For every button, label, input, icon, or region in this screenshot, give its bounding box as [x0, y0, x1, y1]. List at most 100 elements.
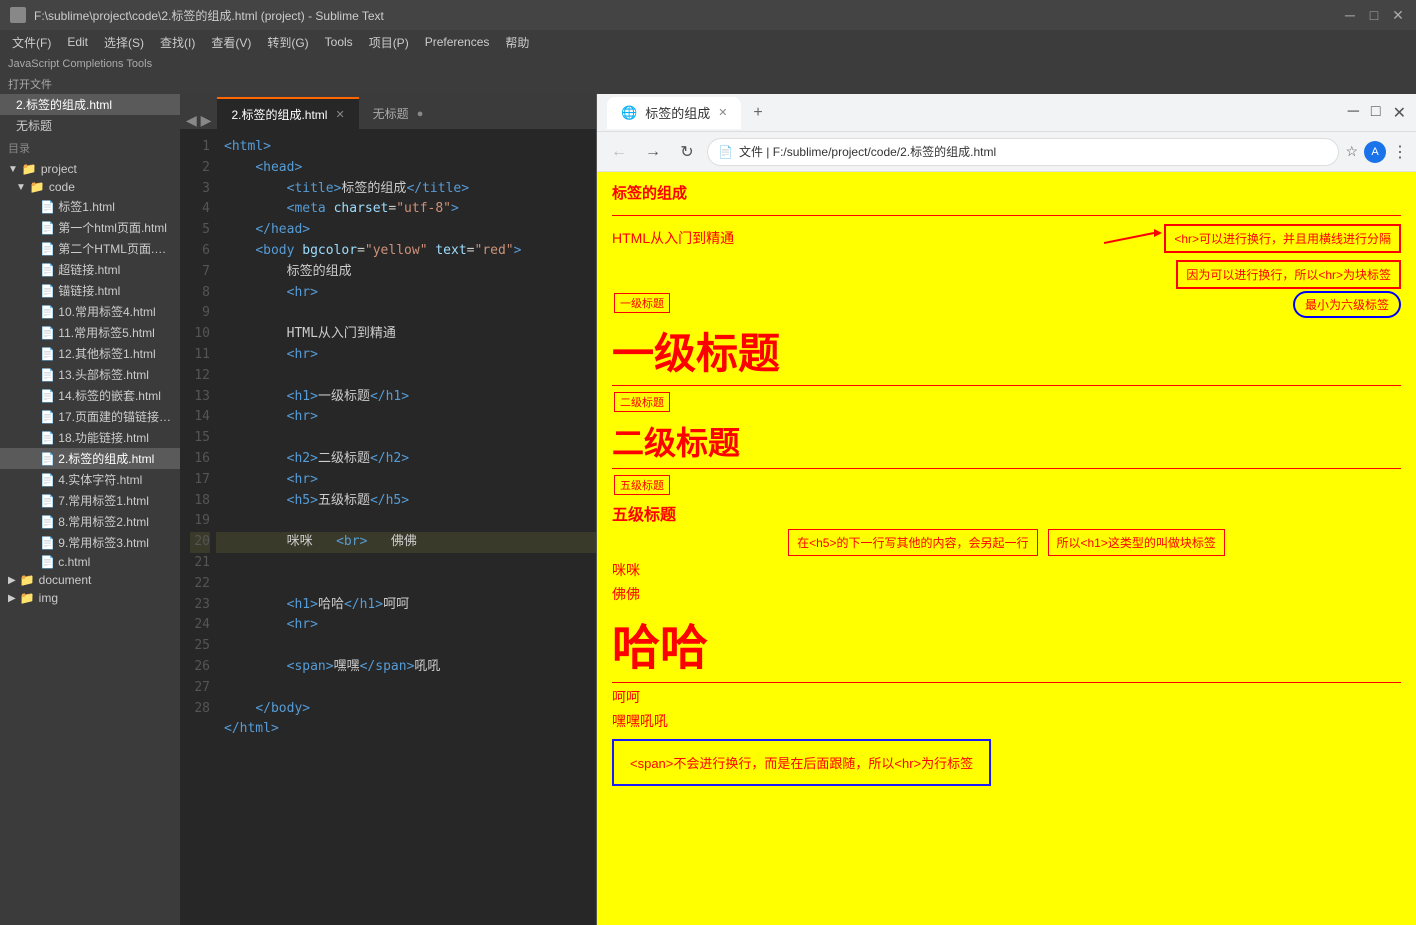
tab-0[interactable]: 2.标签的组成.html ✕ — [217, 97, 358, 129]
sidebar-file-11[interactable]: 📄 18.功能链接.html — [0, 427, 180, 448]
hr-4 — [612, 682, 1401, 683]
browser-content: 标签的组成 HTML从入门到精通 <hr>可以进行换行，并且用横线进行分隔 因为… — [597, 172, 1416, 925]
tab-1-label: 无标题 — [373, 105, 409, 122]
tab-bar: ◀ ▶ 2.标签的组成.html ✕ 无标题 ● — [180, 94, 596, 129]
browser-area: 🌐 标签的组成 ✕ + ─ □ ✕ ← → ↻ 📄 文件 | F:/sublim… — [596, 94, 1416, 925]
sidebar-file-15[interactable]: 📄 8.常用标签2.html — [0, 511, 180, 532]
h2-display-text: 二级标题 — [612, 425, 740, 461]
sidebar-file-13[interactable]: 📄 4.实体字符.html — [0, 469, 180, 490]
document-label: document — [39, 573, 92, 587]
page-title: 标签的组成 — [612, 182, 687, 203]
sidebar-code-folder[interactable]: ▼ 📁 code — [0, 178, 180, 196]
menu-project[interactable]: 项目(P) — [361, 32, 417, 53]
folder-img-icon: 📁 — [20, 591, 35, 605]
forward-button[interactable]: → — [639, 138, 667, 166]
browser-maximize-button[interactable]: □ — [1371, 103, 1381, 123]
tab-0-close[interactable]: ✕ — [335, 108, 344, 121]
main-area: 2.标签的组成.html 无标题 目录 ▼ 📁 project ▼ 📁 code… — [0, 94, 1416, 925]
sidebar-file-10[interactable]: 📄 17.页面建的锚链接.html — [0, 406, 180, 427]
menu-preferences[interactable]: Preferences — [417, 33, 498, 51]
arrow-svg-1 — [1104, 223, 1164, 253]
tab-1[interactable]: 无标题 ● — [359, 97, 438, 129]
sidebar-file-2[interactable]: 📄 第二个HTML页面.html — [0, 238, 180, 259]
browser-new-tab-button[interactable]: + — [749, 100, 766, 126]
title-bar: F:\sublime\project\code\2.标签的组成.html (pr… — [0, 0, 1416, 30]
browser-close-button[interactable]: ✕ — [1393, 103, 1406, 123]
menu-view[interactable]: 查看(V) — [203, 32, 259, 53]
profile-button[interactable]: A — [1364, 141, 1386, 163]
project-label: project — [41, 162, 77, 176]
sidebar-img-folder[interactable]: ▶ 📁 img — [0, 589, 180, 607]
arrow-right-img-icon: ▶ — [8, 593, 16, 604]
haha-display-text: 哈哈 — [612, 622, 708, 675]
window-controls[interactable]: ─ □ ✕ — [1342, 7, 1406, 23]
menu-bar: 文件(F) Edit 选择(S) 查找(I) 查看(V) 转到(G) Tools… — [0, 30, 1416, 54]
sidebar-file-1[interactable]: 📄 第一个html页面.html — [0, 217, 180, 238]
tab-1-close: ● — [417, 108, 424, 120]
browser-nav-bar: ← → ↻ 📄 文件 | F:/sublime/project/code/2.标… — [597, 132, 1416, 172]
inline-desc-1: 在<h5>的下一行写其他的内容，会另起一行 — [788, 529, 1037, 556]
browser-tab[interactable]: 🌐 标签的组成 ✕ — [607, 97, 741, 129]
app-icon — [10, 7, 26, 23]
address-text: 文件 | F:/sublime/project/code/2.标签的组成.htm… — [739, 143, 1328, 160]
annotation-block-desc: 因为可以进行换行，所以<hr>为块标签 — [1176, 260, 1401, 289]
label-h5-badge: 五级标题 — [614, 475, 670, 495]
code-body[interactable]: <html> <head> <title>标签的组成</title> <meta… — [216, 129, 596, 925]
mimi-text: 咪咪 — [612, 562, 640, 578]
sidebar-file-9[interactable]: 📄 14.标签的嵌套.html — [0, 385, 180, 406]
sidebar-project-folder[interactable]: ▼ 📁 project — [0, 160, 180, 178]
sidebar-file-5[interactable]: 📄 10.常用标签4.html — [0, 301, 180, 322]
hr-2 — [612, 385, 1401, 386]
bookmark-button[interactable]: ☆ — [1345, 143, 1358, 160]
sidebar-file-7[interactable]: 📄 12.其他标签1.html — [0, 343, 180, 364]
sidebar-file-4[interactable]: 📄 锚链接.html — [0, 280, 180, 301]
sidebar-file-8[interactable]: 📄 13.头部标签.html — [0, 364, 180, 385]
sidebar-file-14[interactable]: 📄 7.常用标签1.html — [0, 490, 180, 511]
sidebar-file-17[interactable]: 📄 c.html — [0, 553, 180, 571]
tab-nav-arrows[interactable]: ◀ ▶ — [180, 112, 217, 129]
sidebar-file-16[interactable]: 📄 9.常用标签3.html — [0, 532, 180, 553]
heyho-text: 嘿嘿吼吼 — [612, 711, 668, 731]
browser-window-controls: ─ □ ✕ — [1348, 103, 1406, 123]
more-options-button[interactable]: ⋮ — [1392, 142, 1408, 162]
reload-button[interactable]: ↻ — [673, 138, 701, 166]
minimize-button[interactable]: ─ — [1342, 7, 1358, 23]
browser-title-bar: 🌐 标签的组成 ✕ + ─ □ ✕ — [597, 94, 1416, 132]
sidebar-file-0[interactable]: 📄 标签1.html — [0, 196, 180, 217]
fofo-text: 佛佛 — [612, 586, 640, 602]
folder-icon-code: 📁 — [30, 180, 45, 194]
sidebar-active-file[interactable]: 2.标签的组成.html — [0, 94, 180, 115]
code-editor[interactable]: 12345 678910 1112131415 16171819 20 2122… — [180, 129, 596, 925]
label-h1-badge: 一级标题 — [614, 293, 670, 313]
sidebar-document-folder[interactable]: ▶ 📁 document — [0, 571, 180, 589]
sidebar-no-title[interactable]: 无标题 — [0, 115, 180, 136]
menu-tools[interactable]: Tools — [317, 33, 361, 51]
address-file-icon: 📄 — [718, 145, 733, 159]
h1-display-text: 一级标题 — [612, 330, 780, 377]
hr-3 — [612, 468, 1401, 469]
close-button[interactable]: ✕ — [1390, 7, 1406, 23]
address-bar[interactable]: 📄 文件 | F:/sublime/project/code/2.标签的组成.h… — [707, 138, 1339, 166]
h5-display-text: 五级标题 — [612, 501, 676, 525]
sub-menu-bar: JavaScript Completions Tools — [0, 54, 1416, 74]
sidebar-file-12[interactable]: 📄 2.标签的组成.html — [0, 448, 180, 469]
maximize-button[interactable]: □ — [1366, 7, 1382, 23]
line-numbers: 12345 678910 1112131415 16171819 20 2122… — [180, 129, 216, 925]
browser-tab-label: 标签的组成 — [645, 103, 710, 122]
sidebar-file-3[interactable]: 📄 超链接.html — [0, 259, 180, 280]
menu-select[interactable]: 选择(S) — [96, 32, 152, 53]
browser-favicon: 🌐 — [621, 105, 637, 121]
sidebar-file-6[interactable]: 📄 11.常用标签5.html — [0, 322, 180, 343]
browser-tab-close[interactable]: ✕ — [718, 106, 727, 119]
menu-edit[interactable]: Edit — [59, 33, 96, 51]
arrow-right-icon: ▶ — [8, 575, 16, 586]
menu-file[interactable]: 文件(F) — [4, 32, 59, 53]
back-button[interactable]: ← — [605, 138, 633, 166]
menu-help[interactable]: 帮助 — [497, 32, 537, 53]
open-file-bar[interactable]: 打开文件 — [0, 74, 1416, 94]
menu-goto[interactable]: 转到(G) — [259, 32, 316, 53]
browser-minimize-button[interactable]: ─ — [1348, 103, 1359, 123]
editor-area: ◀ ▶ 2.标签的组成.html ✕ 无标题 ● 12345 678910 11… — [180, 94, 596, 925]
folder-icon: 📁 — [22, 162, 37, 176]
menu-find[interactable]: 查找(I) — [152, 32, 203, 53]
